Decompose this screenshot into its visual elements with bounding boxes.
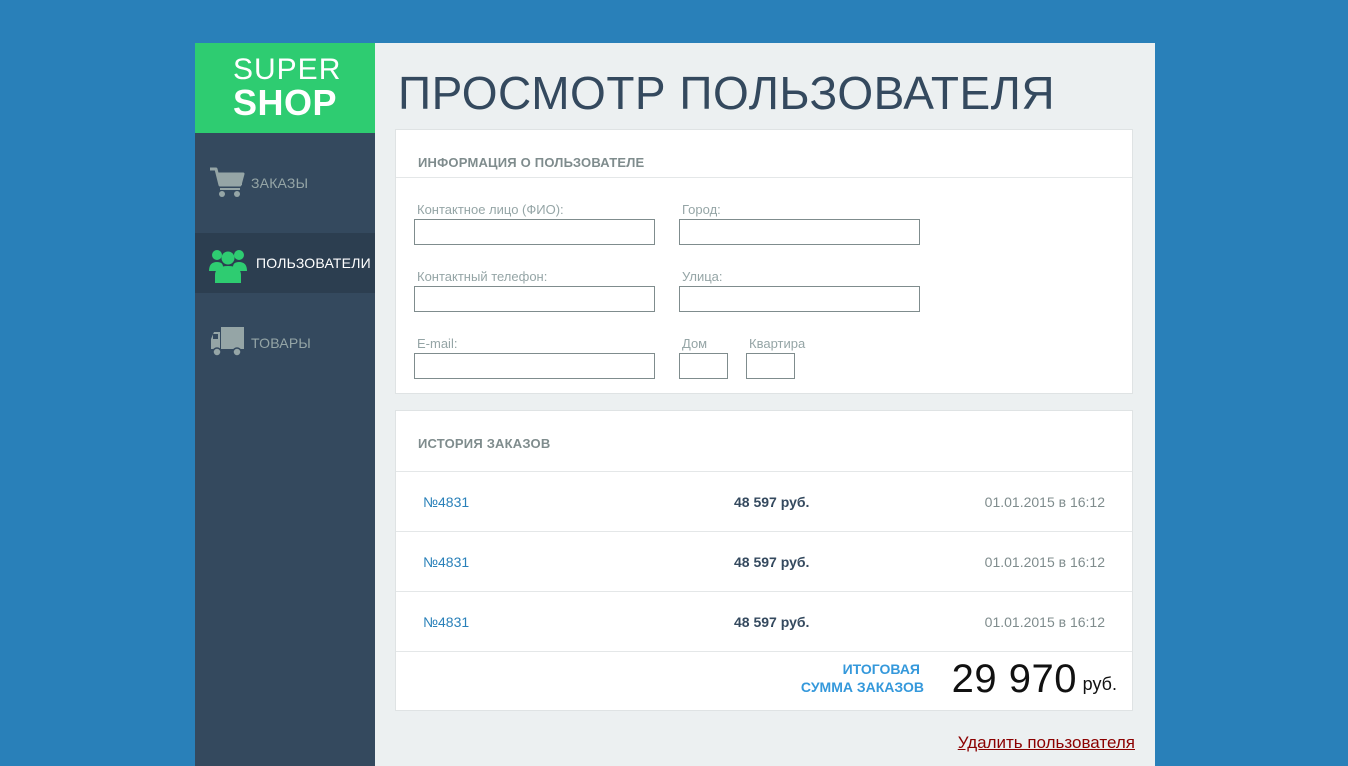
street-field[interactable] [679,286,920,312]
delete-user-link[interactable]: Удалить пользователя [958,733,1135,753]
sidebar-item-label: ПОЛЬЗОВАТЕЛИ [256,255,371,271]
table-row: №4831 48 597 руб. 01.01.2015 в 16:12 [396,471,1132,531]
order-sum: 48 597 руб. [734,554,810,570]
contact-name-field[interactable] [414,219,655,245]
order-date: 01.01.2015 в 16:12 [984,614,1105,630]
order-sum: 48 597 руб. [734,614,810,630]
orders-total-row: ИТОГОВАЯ СУММА ЗАКАЗОВ 29 970 руб. [396,651,1132,711]
order-number-link[interactable]: №4831 [423,554,469,570]
table-row: №4831 48 597 руб. 01.01.2015 в 16:12 [396,531,1132,591]
sidebar-item-label: ЗАКАЗЫ [251,175,309,191]
sidebar: SUPER SHOP ЗАКАЗЫ ПОЛЬЗОВАТЕЛИ ТОВАРЫ [195,43,375,766]
total-value: 29 970 [951,657,1077,701]
logo[interactable]: SUPER SHOP [195,43,375,133]
cart-icon [209,165,245,201]
house-field[interactable] [679,353,728,379]
user-info-panel: ИНФОРМАЦИЯ О ПОЛЬЗОВАТЕЛЕ Контактное лиц… [395,129,1133,394]
order-number-link[interactable]: №4831 [423,494,469,510]
email-label: E-mail: [417,336,458,351]
orders-heading: ИСТОРИЯ ЗАКАЗОВ [418,436,551,451]
street-label: Улица: [682,269,723,284]
apartment-label: Квартира [749,336,806,351]
truck-icon [209,325,245,361]
order-date: 01.01.2015 в 16:12 [984,494,1105,510]
sidebar-item-label: ТОВАРЫ [251,335,311,351]
email-field[interactable] [414,353,655,379]
total-label-line2: СУММА ЗАКАЗОВ [800,679,924,695]
sidebar-item-users[interactable]: ПОЛЬЗОВАТЕЛИ [195,233,375,293]
phone-field[interactable] [414,286,655,312]
sidebar-item-orders[interactable]: ЗАКАЗЫ [195,153,375,213]
page-title: ПРОСМОТР ПОЛЬЗОВАТЕЛЯ [398,67,1056,119]
logo-line-shop: SHOP [233,82,338,123]
order-sum: 48 597 руб. [734,494,810,510]
total-label-line1: ИТОГОВАЯ [842,661,920,677]
app-window: SUPER SHOP ЗАКАЗЫ ПОЛЬЗОВАТЕЛИ ТОВАРЫ ПР… [195,43,1155,766]
table-row: №4831 48 597 руб. 01.01.2015 в 16:12 [396,591,1132,651]
city-field[interactable] [679,219,920,245]
phone-label: Контактный телефон: [417,269,548,284]
city-label: Город: [682,202,721,217]
users-icon [209,245,247,285]
orders-panel: ИСТОРИЯ ЗАКАЗОВ №4831 48 597 руб. 01.01.… [395,410,1133,711]
divider [396,177,1132,178]
order-number-link[interactable]: №4831 [423,614,469,630]
total-unit: руб. [1082,674,1117,694]
apartment-field[interactable] [746,353,795,379]
house-label: Дом [682,336,708,351]
contact-name-label: Контактное лицо (ФИО): [417,202,564,217]
total-label: ИТОГОВАЯ СУММА ЗАКАЗОВ [801,660,924,696]
order-date: 01.01.2015 в 16:12 [984,554,1105,570]
logo-line-super: SUPER [233,53,342,86]
user-info-heading: ИНФОРМАЦИЯ О ПОЛЬЗОВАТЕЛЕ [418,155,645,170]
sidebar-item-products[interactable]: ТОВАРЫ [195,313,375,373]
